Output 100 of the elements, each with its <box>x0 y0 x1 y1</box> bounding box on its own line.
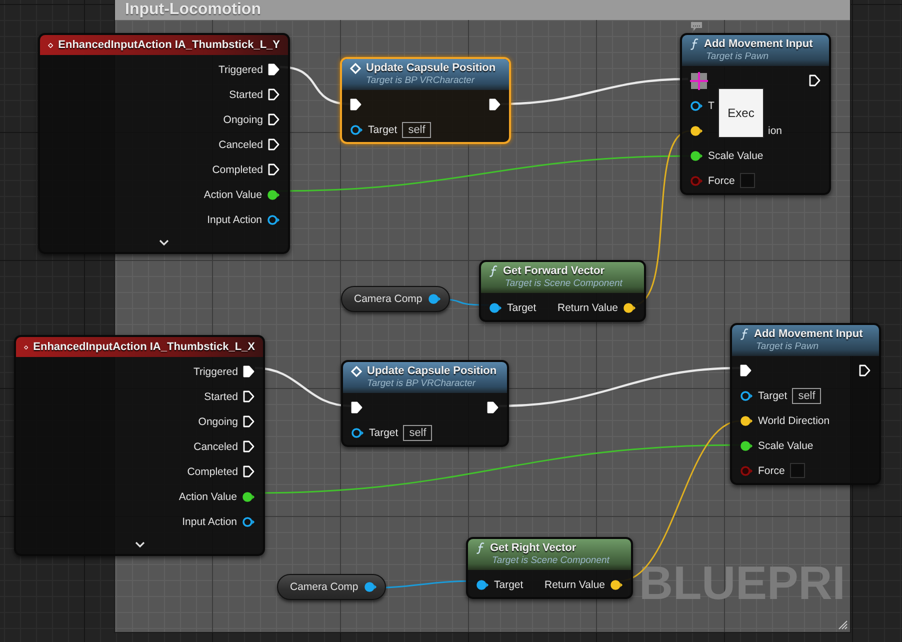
node-title: Get Forward Vector <box>503 265 604 277</box>
pin-label: Canceled <box>218 138 263 150</box>
node-title: Add Movement Input <box>704 38 813 50</box>
pin-label: Return Value <box>544 578 605 590</box>
chevron-down-icon[interactable] <box>134 540 144 548</box>
blueprint-node[interactable]: Update Capsule Position Target is BP VRCharacter Target self <box>340 57 511 144</box>
pin-label: Target <box>507 302 536 314</box>
data-pin-icon[interactable] <box>740 390 753 402</box>
node-title: Update Capsule Position <box>367 365 497 377</box>
blueprint-node[interactable]: Add Movement Input Target is Pawn Target self World Direction Scale Value Force <box>730 323 881 485</box>
data-pin-icon[interactable] <box>610 578 623 590</box>
pin-label: Triggered <box>193 366 238 378</box>
pin-label: Scale Value <box>758 440 814 452</box>
variable-label: Camera Comp <box>290 581 358 593</box>
exec-pin-icon[interactable] <box>243 365 255 378</box>
exec-pin-icon[interactable] <box>740 364 752 377</box>
data-pin-icon[interactable] <box>350 124 363 136</box>
data-pin-icon[interactable] <box>242 490 255 502</box>
blueprint-node[interactable]: Get Right Vector Target is Scene Component Target Return Value <box>466 537 633 599</box>
function-icon <box>476 542 485 554</box>
value-field[interactable]: self <box>402 122 432 138</box>
variable-node[interactable]: Camera Comp <box>277 574 386 600</box>
exec-pin-icon[interactable] <box>487 401 499 414</box>
data-pin-icon[interactable] <box>690 124 703 136</box>
pin-label: Target <box>368 124 398 136</box>
node-subtitle: Target is BP VRCharacter <box>366 378 477 389</box>
data-pin-icon[interactable] <box>740 440 753 452</box>
data-pin-icon[interactable] <box>690 150 703 162</box>
pin-label: Canceled <box>194 440 238 452</box>
exec-pin-icon[interactable] <box>268 88 280 101</box>
data-pin-icon[interactable] <box>623 302 636 314</box>
exec-pin-icon[interactable] <box>243 440 255 453</box>
pin-label: Force <box>708 174 735 186</box>
blueprint-node[interactable]: Update Capsule Position Target is BP VRCharacter Target self <box>341 360 509 447</box>
tooltip: Exec <box>718 88 764 138</box>
pin-label: Target <box>494 578 524 590</box>
resize-handle-icon[interactable] <box>838 620 848 630</box>
exec-pin-icon[interactable] <box>489 98 501 111</box>
pin-label: Return Value <box>557 302 618 314</box>
pin-label: Action Value <box>204 188 262 200</box>
blueprint-node[interactable]: EnhancedInputAction IA_Thumbstick_L_X Triggered Started Ongoing Canceled Completed Action Value Input Action <box>14 335 265 556</box>
data-pin-icon[interactable] <box>489 302 502 314</box>
pin-label: ion <box>768 124 782 136</box>
pin-label: World Direction <box>758 414 830 426</box>
pin-label: Started <box>229 88 263 100</box>
pin-label: Triggered <box>218 64 263 76</box>
data-pin-icon[interactable] <box>690 100 703 112</box>
pin-label: Target <box>758 390 788 402</box>
blueprint-node[interactable]: Get Forward Vector Target is Scene Component Target Return Value <box>479 260 646 322</box>
variable-label: Camera Comp <box>354 293 422 305</box>
data-pin-icon[interactable] <box>428 293 442 305</box>
pin-label: Completed <box>212 164 263 176</box>
pin-label: Input Action <box>182 516 237 528</box>
pin-label: Action Value <box>178 490 237 502</box>
pin-label: Target <box>369 426 398 438</box>
pin-label: T <box>708 100 714 112</box>
value-field[interactable]: self <box>792 388 822 404</box>
node-subtitle: Target is Pawn <box>755 341 820 352</box>
data-pin-icon[interactable] <box>351 426 364 438</box>
pin-label: Completed <box>187 466 238 478</box>
pin-label: Input Action <box>207 214 262 226</box>
exec-pin-icon[interactable] <box>268 138 280 151</box>
checkbox[interactable] <box>740 173 755 188</box>
node-subtitle: Target is Pawn <box>705 51 770 62</box>
exec-pin-icon[interactable] <box>268 113 280 126</box>
chevron-down-icon[interactable] <box>159 238 169 246</box>
exec-pin-icon[interactable] <box>859 364 871 377</box>
pin-label: Force <box>758 464 785 476</box>
graph-corner-label: BLUEPRI <box>639 556 846 610</box>
crosshair-icon[interactable] <box>690 72 708 90</box>
data-pin-icon[interactable] <box>476 578 489 590</box>
blueprint-node[interactable]: EnhancedInputAction IA_Thumbstick_L_Y Triggered Started Ongoing Canceled Completed Action Value Input Action <box>38 33 290 254</box>
function-icon <box>740 328 749 340</box>
variable-node[interactable]: Camera Comp <box>341 286 450 312</box>
diamond-icon <box>350 62 361 74</box>
checkbox[interactable] <box>790 463 805 478</box>
diamond-icon <box>351 366 362 376</box>
pin-label: Scale Value <box>708 150 764 162</box>
exec-pin-icon[interactable] <box>268 163 280 176</box>
exec-pin-icon[interactable] <box>243 465 255 478</box>
data-pin-icon[interactable] <box>364 581 378 593</box>
data-pin-icon[interactable] <box>740 414 753 426</box>
node-subtitle: Target is BP VRCharacter <box>365 75 476 86</box>
pin-label: Ongoing <box>223 114 263 126</box>
data-pin-icon[interactable] <box>242 516 255 528</box>
exec-pin-icon[interactable] <box>243 390 255 403</box>
data-pin-icon[interactable] <box>267 188 280 200</box>
exec-pin-icon[interactable] <box>350 98 362 111</box>
data-pin-icon[interactable] <box>267 214 280 226</box>
exec-pin-icon[interactable] <box>351 401 363 414</box>
exec-pin-icon[interactable] <box>268 63 280 76</box>
exec-pin-icon[interactable] <box>243 415 255 428</box>
function-icon <box>690 38 699 50</box>
node-title: Get Right Vector <box>490 542 576 554</box>
function-icon <box>489 265 498 277</box>
value-field[interactable]: self <box>403 424 432 440</box>
node-subtitle: Target is Scene Component <box>504 278 624 289</box>
pin-label: Started <box>204 390 238 402</box>
comment-bubble-icon[interactable] <box>690 21 703 32</box>
exec-pin-icon[interactable] <box>809 74 821 87</box>
